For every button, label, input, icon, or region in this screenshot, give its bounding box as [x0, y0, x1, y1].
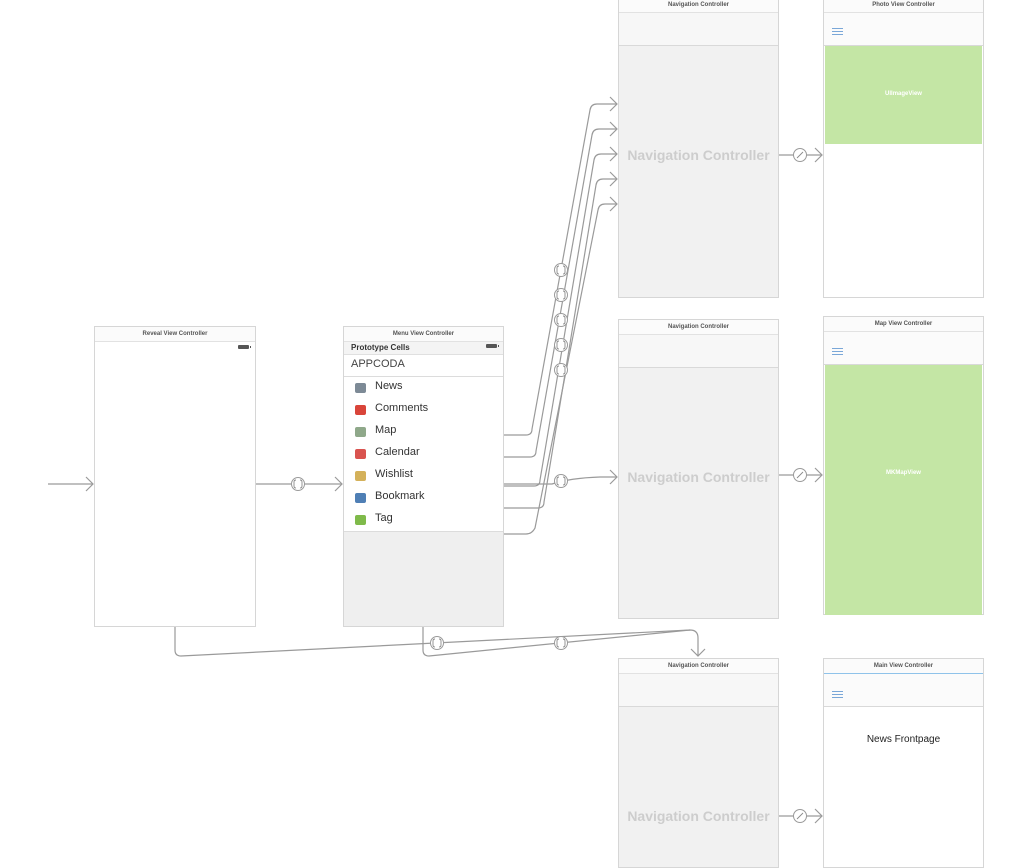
segue-badge [554, 263, 568, 277]
photo-view-controller-scene[interactable]: Photo View Controller UIImageView [823, 0, 984, 298]
menu-item-label: Tag [375, 512, 393, 524]
menu-hamburger-icon[interactable] [832, 348, 843, 356]
status-bar [95, 343, 255, 351]
appcoda-header-cell[interactable]: APPCODA [344, 355, 503, 377]
segue-badge [554, 288, 568, 302]
menu-view-controller-scene[interactable]: Menu View Controller Prototype Cells APP… [343, 326, 504, 627]
menu-item-bookmark[interactable]: Bookmark [344, 487, 503, 510]
battery-icon [238, 345, 251, 349]
map-icon [355, 427, 366, 437]
menu-item-map[interactable]: Map [344, 421, 503, 444]
scene-title: Reveal View Controller [95, 327, 255, 342]
news-frontpage-label: News Frontpage [866, 734, 941, 745]
scene-title: Map View Controller [824, 317, 983, 332]
nav-controller-label: Navigation Controller [627, 808, 770, 824]
segue-badge [291, 477, 305, 491]
navigation-bar [619, 13, 778, 46]
mkmapview-label: MKMapView [886, 470, 921, 476]
nav-controller-mid-scene[interactable]: Navigation Controller Navigation Control… [618, 319, 779, 619]
reveal-view-controller-scene[interactable]: Reveal View Controller [94, 326, 256, 627]
news-icon [355, 383, 366, 393]
menu-item-label: Comments [375, 402, 429, 414]
appcoda-label: APPCODA [351, 358, 405, 370]
segue-badge [554, 363, 568, 377]
nav-controller-top-scene[interactable]: Navigation Controller Navigation Control… [618, 0, 779, 298]
menu-item-wishlist[interactable]: Wishlist [344, 465, 503, 488]
map-view-controller-scene[interactable]: Map View Controller MKMapView [823, 316, 984, 615]
nav-controller-label: Navigation Controller [627, 147, 770, 163]
battery-icon [486, 344, 499, 348]
navigation-bar [619, 335, 778, 368]
menu-item-label: Bookmark [375, 490, 425, 502]
scene-title: Main View Controller [824, 659, 983, 674]
nav-controller-label: Navigation Controller [627, 469, 770, 485]
prototype-cells-label: Prototype Cells [351, 343, 410, 352]
menu-hamburger-icon[interactable] [832, 691, 843, 699]
menu-item-label: Wishlist [375, 468, 413, 480]
nav-controller-body: Navigation Controller [619, 46, 778, 297]
bookmark-icon [355, 493, 366, 503]
prototype-cells-header: Prototype Cells [344, 342, 503, 355]
menu-item-tag[interactable]: Tag [344, 509, 503, 532]
segue-badge [554, 313, 568, 327]
menu-item-comments[interactable]: Comments [344, 399, 503, 422]
scene-title: Menu View Controller [344, 327, 503, 342]
scene-title: Navigation Controller [619, 659, 778, 674]
menu-item-label: Map [375, 424, 397, 436]
tag-icon [355, 515, 366, 525]
main-view-controller-scene[interactable]: Main View Controller News Frontpage [823, 658, 984, 868]
calendar-icon [355, 449, 366, 459]
menu-item-label: Calendar [375, 446, 420, 458]
scene-title: Navigation Controller [619, 0, 778, 13]
uiimageview: UIImageView [825, 46, 982, 144]
nav-controller-body: Navigation Controller [619, 368, 778, 618]
comments-icon [355, 405, 366, 415]
nav-controller-body: Navigation Controller [619, 707, 778, 867]
navigation-bar [619, 674, 778, 707]
segue-badge [430, 636, 444, 650]
navigation-bar [824, 13, 983, 46]
uiimageview-label: UIImageView [885, 91, 922, 97]
wishlist-icon [355, 471, 366, 481]
segue-badge [554, 636, 568, 650]
segue-badge [554, 474, 568, 488]
nav-controller-bottom-scene[interactable]: Navigation Controller Navigation Control… [618, 658, 779, 868]
mkmapview: MKMapView [825, 365, 982, 615]
navigation-bar [824, 332, 983, 365]
navigation-bar [824, 674, 983, 707]
menu-item-calendar[interactable]: Calendar [344, 443, 503, 466]
menu-item-news[interactable]: News [344, 377, 503, 400]
segue-badge [554, 338, 568, 352]
scene-title: Navigation Controller [619, 320, 778, 335]
menu-hamburger-icon[interactable] [832, 28, 843, 36]
menu-item-label: News [375, 380, 403, 392]
scene-title: Photo View Controller [824, 0, 983, 13]
